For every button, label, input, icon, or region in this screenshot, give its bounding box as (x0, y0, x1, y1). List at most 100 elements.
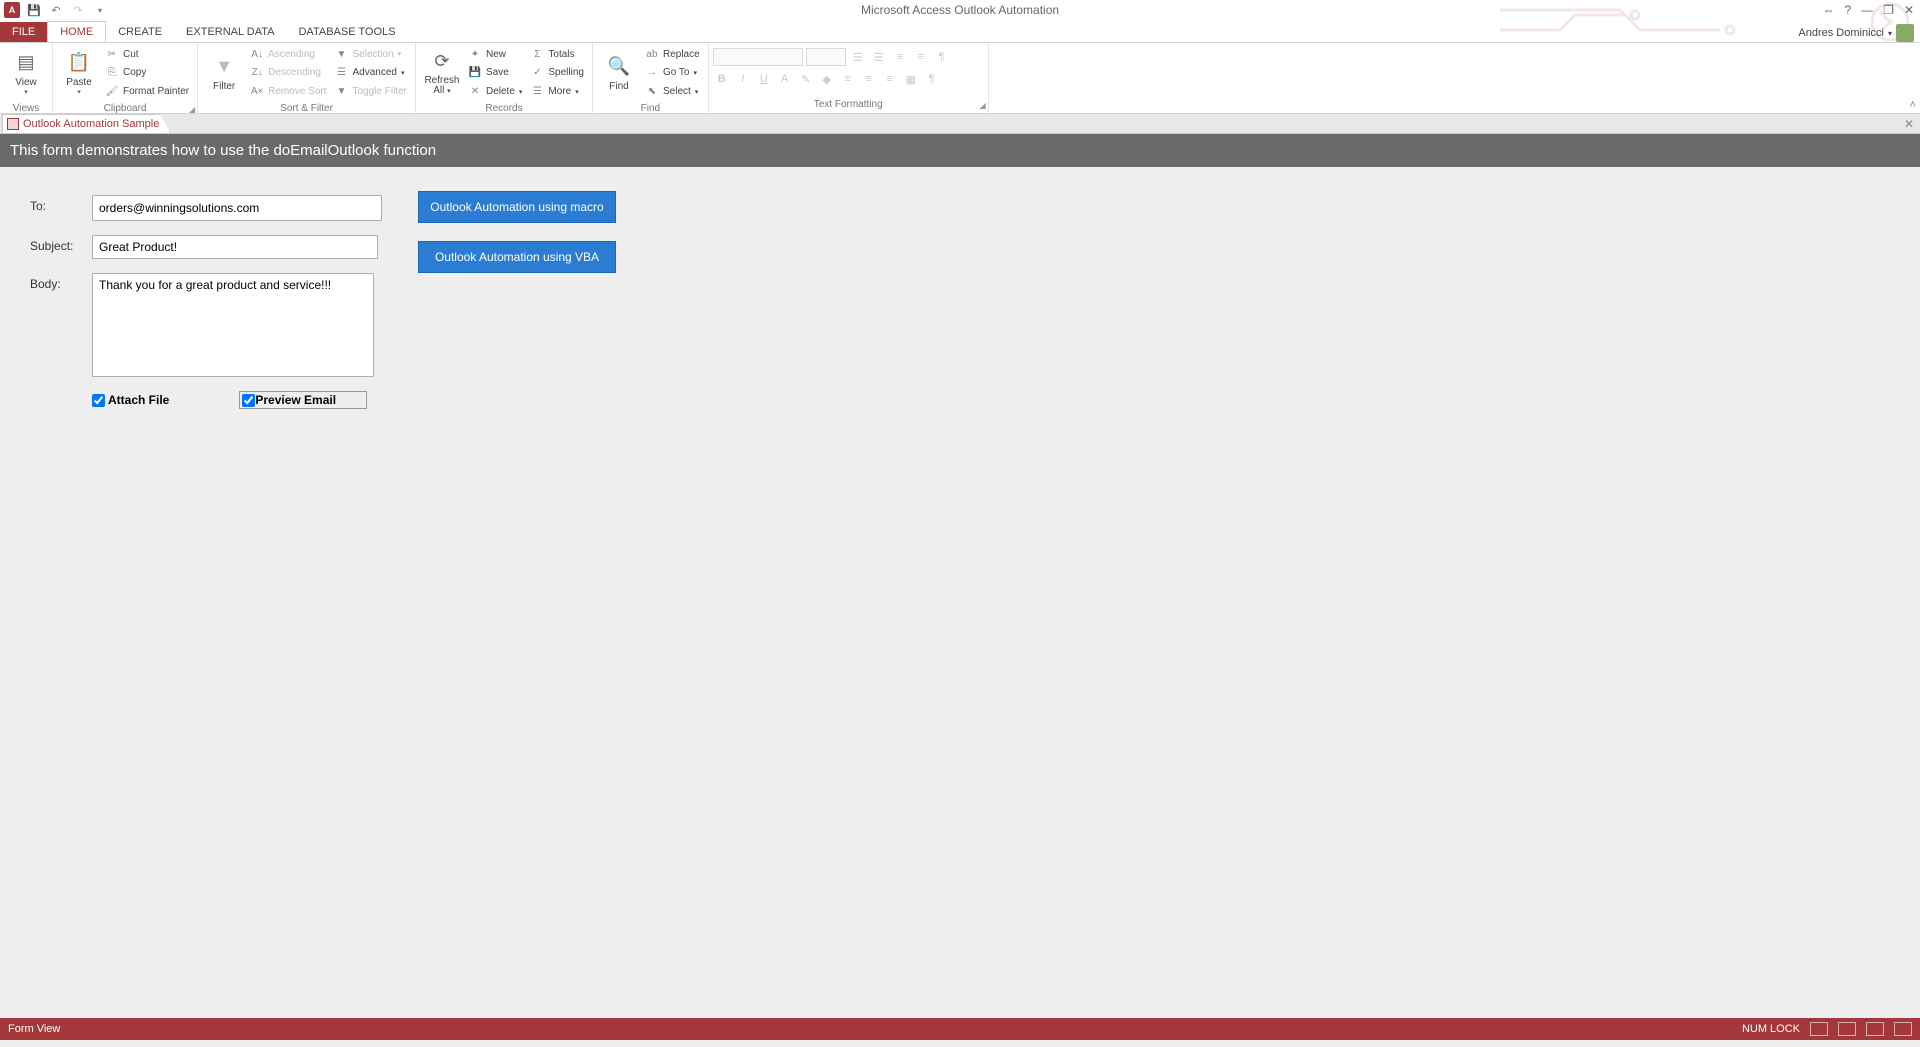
datasheet-view-button[interactable] (1838, 1022, 1856, 1036)
descending-button[interactable]: Z↓Descending (250, 64, 326, 82)
user-name: Andres Dominicci (1798, 27, 1884, 39)
form-header: This form demonstrates how to use the do… (0, 134, 1920, 167)
form-view-button[interactable] (1810, 1022, 1828, 1036)
subject-input[interactable] (92, 235, 378, 259)
rtl-icon: ¶ (923, 70, 941, 88)
collapse-ribbon-icon[interactable]: ˄ (1910, 99, 1916, 111)
numbering-icon: ☰ (870, 48, 888, 66)
layout-view-button[interactable] (1866, 1022, 1884, 1036)
form-icon (7, 118, 19, 130)
group-label-textformat: Text Formatting◢ (709, 99, 988, 113)
selection-button[interactable]: ▼Selection▾ (335, 45, 407, 63)
refresh-icon: ⟳ (430, 50, 454, 74)
close-icon[interactable]: ✕ (1904, 3, 1914, 17)
form-view-icon: ▤ (14, 51, 38, 75)
goto-button[interactable]: →Go To▾ (645, 64, 700, 82)
subject-label: Subject: (30, 235, 92, 253)
preview-email-check[interactable] (242, 394, 255, 407)
design-view-button[interactable] (1894, 1022, 1912, 1036)
copy-button[interactable]: ⎘Copy (105, 64, 189, 82)
align-right-icon: ≡ (881, 70, 899, 88)
ribbon-display-icon[interactable]: ⇔ (1822, 3, 1834, 17)
action-buttons: Outlook Automation using macro Outlook A… (418, 191, 616, 273)
view-label: View (15, 77, 37, 88)
dialog-launcher-icon[interactable]: ◢ (980, 100, 986, 112)
find-label: Find (609, 81, 628, 92)
advanced-icon: ☰ (335, 66, 349, 80)
tab-external-data[interactable]: EXTERNAL DATA (174, 22, 286, 42)
copy-icon: ⎘ (105, 66, 119, 80)
help-icon[interactable]: ? (1844, 3, 1851, 17)
replace-button[interactable]: abReplace (645, 45, 700, 63)
undo-icon[interactable]: ↶ (48, 2, 64, 18)
ltr-icon: ¶ (933, 48, 951, 66)
select-button[interactable]: ⬉Select▾ (645, 83, 700, 101)
body-input[interactable] (92, 273, 374, 377)
paste-button[interactable]: 📋 Paste ▾ (57, 45, 101, 101)
binoculars-icon: 🔍 (607, 55, 631, 79)
ascending-button[interactable]: A↓Ascending (250, 45, 326, 63)
chevron-down-icon: ▾ (1888, 29, 1892, 38)
brush-icon: 🖌 (105, 85, 119, 99)
ribbon-group-find: 🔍 Find abReplace →Go To▾ ⬉Select▾ Find (593, 43, 709, 113)
view-button[interactable]: ▤ View ▾ (4, 45, 48, 101)
sort-asc-icon: A↓ (250, 47, 264, 61)
restore-icon[interactable]: ❐ (1883, 3, 1894, 17)
outlook-macro-button[interactable]: Outlook Automation using macro (418, 191, 616, 223)
ribbon-group-clipboard: 📋 Paste ▾ ✂Cut ⎘Copy 🖌Format Painter Cli… (53, 43, 198, 113)
remove-sort-button[interactable]: A×Remove Sort (250, 83, 326, 101)
ribbon-group-records: ⟳ RefreshAll ▾ ✦New 💾Save ✕Delete▾ ΣTota… (416, 43, 593, 113)
tab-create[interactable]: CREATE (106, 22, 174, 42)
find-button[interactable]: 🔍 Find (597, 45, 641, 101)
user-account[interactable]: Andres Dominicci ▾ (1798, 24, 1920, 42)
new-icon: ✦ (468, 47, 482, 61)
selection-icon: ▼ (335, 47, 349, 61)
document-tab[interactable]: Outlook Automation Sample (2, 114, 170, 133)
tab-database-tools[interactable]: DATABASE TOOLS (286, 22, 407, 42)
tab-file[interactable]: FILE (0, 22, 47, 42)
access-app-icon: A (4, 2, 20, 18)
outlook-vba-button[interactable]: Outlook Automation using VBA (418, 241, 616, 273)
more-button[interactable]: ☰More▾ (530, 83, 584, 101)
fill-color-icon: ◆ (818, 70, 836, 88)
format-painter-button[interactable]: 🖌Format Painter (105, 83, 189, 101)
document-tab-label: Outlook Automation Sample (23, 118, 159, 130)
filter-button[interactable]: ▼ Filter (202, 45, 246, 101)
cursor-icon: ⬉ (645, 85, 659, 99)
spellcheck-icon: ✓ (530, 66, 544, 80)
save-button[interactable]: 💾Save (468, 64, 522, 82)
cut-button[interactable]: ✂Cut (105, 45, 189, 63)
align-center-icon: ≡ (860, 70, 878, 88)
refresh-all-button[interactable]: ⟳ RefreshAll ▾ (420, 45, 464, 101)
minimize-icon[interactable]: — (1861, 3, 1873, 17)
toggle-filter-button[interactable]: ▼Toggle Filter (335, 83, 407, 101)
new-button[interactable]: ✦New (468, 45, 522, 63)
close-document-icon[interactable]: ✕ (1904, 117, 1914, 131)
spelling-button[interactable]: ✓Spelling (530, 64, 584, 82)
delete-button[interactable]: ✕Delete▾ (468, 83, 522, 101)
ribbon-group-views: ▤ View ▾ Views (0, 43, 53, 113)
ribbon: ▤ View ▾ Views 📋 Paste ▾ ✂Cut ⎘Copy 🖌For… (0, 42, 1920, 114)
paste-label: Paste (66, 77, 92, 88)
save-icon[interactable]: 💾 (26, 2, 42, 18)
totals-button[interactable]: ΣTotals (530, 45, 584, 63)
preview-email-checkbox[interactable]: Preview Email (239, 391, 367, 409)
advanced-button[interactable]: ☰Advanced▾ (335, 64, 407, 82)
scissors-icon: ✂ (105, 47, 119, 61)
attach-file-check[interactable] (92, 394, 105, 407)
indent-left-icon: ≡ (891, 48, 909, 66)
tab-home[interactable]: HOME (47, 21, 106, 43)
to-input[interactable] (92, 195, 382, 221)
qat-customize-icon[interactable]: ▾ (92, 2, 108, 18)
gridlines-icon: ▦ (902, 70, 920, 88)
underline-icon: U (755, 70, 773, 88)
indent-right-icon: ≡ (912, 48, 930, 66)
redo-icon[interactable]: ↷ (70, 2, 86, 18)
attach-file-checkbox[interactable]: Attach File (92, 391, 169, 409)
save-icon: 💾 (468, 66, 482, 80)
ribbon-group-textformat: ☰ ☰ ≡ ≡ ¶ B I U A ✎ ◆ ≡ ≡ ≡ ▦ ¶ Text For… (709, 43, 989, 113)
sort-desc-icon: Z↓ (250, 66, 264, 80)
quick-access-toolbar: A 💾 ↶ ↷ ▾ (0, 2, 108, 18)
window-controls: ⇔ ? — ❐ ✕ (1822, 3, 1920, 17)
numlock-indicator: NUM LOCK (1742, 1023, 1800, 1035)
